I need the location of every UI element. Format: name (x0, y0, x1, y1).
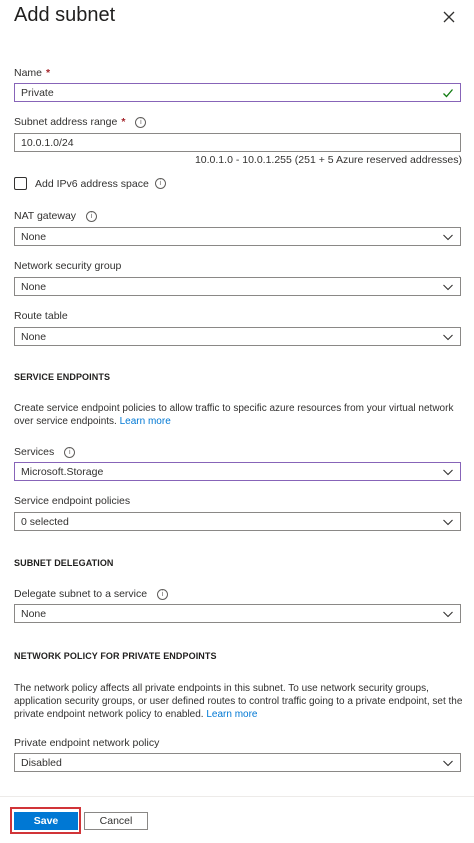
checkmark-icon (443, 88, 453, 97)
private-endpoint-policy-value: Disabled (21, 756, 62, 769)
chevron-down-icon (443, 334, 453, 340)
services-label-text: Services (14, 446, 55, 458)
close-icon[interactable] (440, 8, 458, 26)
info-icon[interactable]: i (64, 446, 76, 458)
ipv6-row[interactable]: Add IPv6 address space i (14, 177, 166, 190)
info-icon[interactable]: i (154, 178, 166, 189)
nat-label: NAT gateway i (14, 210, 98, 222)
ipv6-checkbox[interactable] (14, 177, 27, 190)
delegation-label-text: Delegate subnet to a service (14, 588, 148, 600)
name-label-text: Name (14, 67, 43, 79)
nsg-select[interactable]: None (14, 277, 461, 296)
info-icon[interactable]: i (135, 116, 147, 128)
service-endpoints-heading: SERVICE ENDPOINTS (14, 372, 111, 382)
required-asterisk: * (46, 67, 51, 79)
address-label-text: Subnet address range (14, 116, 118, 128)
route-table-select[interactable]: None (14, 327, 461, 346)
services-select[interactable]: Microsoft.Storage (14, 462, 461, 481)
route-label: Route table (14, 310, 68, 322)
info-icon[interactable]: i (86, 210, 98, 222)
required-asterisk: * (121, 116, 126, 128)
private-endpoint-policy-select[interactable]: Disabled (14, 753, 461, 772)
private-endpoint-policy-label: Private endpoint network policy (14, 737, 160, 749)
private-endpoints-description: The network policy affects all private e… (14, 682, 464, 721)
service-endpoints-text: Create service endpoint policies to allo… (14, 403, 454, 427)
chevron-down-icon (443, 234, 453, 240)
page-title: Add subnet (14, 4, 116, 26)
chevron-down-icon (443, 519, 453, 525)
chevron-down-icon (443, 611, 453, 617)
chevron-down-icon (443, 284, 453, 290)
chevron-down-icon (443, 469, 453, 475)
chevron-down-icon (443, 760, 453, 766)
nsg-label: Network security group (14, 260, 122, 272)
policies-label: Service endpoint policies (14, 495, 131, 507)
delegation-value: None (21, 607, 47, 620)
name-input-value: Private (21, 86, 54, 99)
address-range-input[interactable]: 10.0.1.0/24 (14, 133, 461, 152)
name-input[interactable]: Private (14, 83, 461, 102)
footer-divider (0, 796, 474, 797)
address-label: Subnet address range * i (14, 116, 147, 128)
ipv6-label: Add IPv6 address space (35, 177, 149, 190)
delegation-select[interactable]: None (14, 604, 461, 623)
learn-more-link[interactable]: Learn more (120, 416, 171, 427)
subnet-delegation-heading: SUBNET DELEGATION (14, 558, 114, 568)
save-button[interactable]: Save (14, 812, 78, 830)
learn-more-link[interactable]: Learn more (206, 709, 257, 720)
services-label: Services i (14, 446, 76, 458)
nat-label-text: NAT gateway (14, 210, 77, 222)
nat-gateway-value: None (21, 230, 47, 243)
address-range-hint: 10.0.1.0 - 10.0.1.255 (251 + 5 Azure res… (194, 154, 462, 166)
services-value: Microsoft.Storage (21, 465, 104, 478)
private-endpoints-heading: NETWORK POLICY FOR PRIVATE ENDPOINTS (14, 651, 217, 661)
service-endpoint-policies-value: 0 selected (21, 515, 69, 528)
delegation-label: Delegate subnet to a service i (14, 588, 169, 600)
nsg-value: None (21, 280, 47, 293)
address-range-value: 10.0.1.0/24 (21, 136, 74, 149)
route-table-value: None (21, 330, 47, 343)
service-endpoint-policies-select[interactable]: 0 selected (14, 512, 461, 531)
service-endpoints-description: Create service endpoint policies to allo… (14, 402, 464, 428)
cancel-button[interactable]: Cancel (84, 812, 148, 830)
nat-gateway-select[interactable]: None (14, 227, 461, 246)
name-label: Name * (14, 67, 50, 79)
info-icon[interactable]: i (157, 588, 169, 600)
